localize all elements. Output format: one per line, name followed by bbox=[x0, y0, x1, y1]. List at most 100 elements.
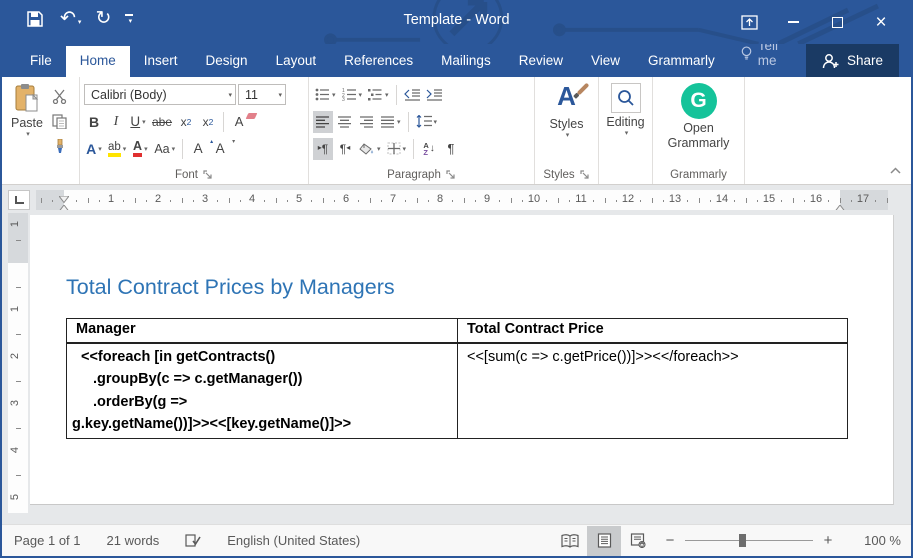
tab-file[interactable]: File bbox=[16, 46, 66, 77]
bullet-list-icon bbox=[315, 88, 330, 101]
proofing-status[interactable] bbox=[185, 533, 201, 548]
tab-insert[interactable]: Insert bbox=[130, 46, 192, 77]
table-header-manager[interactable]: Manager bbox=[67, 319, 458, 343]
superscript-button[interactable]: x2 bbox=[198, 111, 218, 133]
read-mode-button[interactable] bbox=[553, 526, 587, 556]
editing-button[interactable] bbox=[611, 83, 641, 113]
tab-grammarly[interactable]: Grammarly bbox=[634, 46, 729, 77]
justify-button[interactable]: ▾ bbox=[379, 111, 403, 133]
numbering-button[interactable]: 123 ▾ bbox=[340, 84, 365, 106]
vertical-ruler[interactable]: 112345 bbox=[8, 213, 28, 513]
ribbon-display-options-button[interactable] bbox=[727, 0, 771, 44]
font-family-caret[interactable]: ▾ bbox=[228, 91, 232, 99]
grow-font-button[interactable]: A▴ bbox=[188, 138, 208, 160]
tab-references[interactable]: References bbox=[330, 46, 427, 77]
font-family-input[interactable] bbox=[91, 88, 226, 102]
tab-stop-selector[interactable] bbox=[8, 190, 30, 210]
tab-mailings[interactable]: Mailings bbox=[427, 46, 505, 77]
table-cell-price-template[interactable]: <<[sum(c => c.getPrice())]>><</foreach>> bbox=[458, 343, 848, 439]
rtl-text-direction-button[interactable]: ¶◂ bbox=[335, 138, 355, 160]
share-person-icon bbox=[822, 53, 840, 69]
change-case-button[interactable]: Aa▾ bbox=[152, 138, 177, 160]
shading-button[interactable]: ▾ bbox=[357, 138, 383, 160]
styles-caret[interactable]: ▾ bbox=[566, 131, 570, 139]
increase-indent-button[interactable] bbox=[424, 84, 444, 106]
collapse-ribbon-button[interactable] bbox=[890, 161, 901, 179]
font-size-input[interactable] bbox=[245, 88, 276, 102]
align-left-button[interactable] bbox=[313, 111, 333, 133]
decrease-indent-button[interactable] bbox=[402, 84, 422, 106]
page-indicator[interactable]: Page 1 of 1 bbox=[14, 533, 81, 548]
multilevel-list-icon bbox=[368, 88, 383, 101]
styles-button[interactable]: A bbox=[557, 81, 576, 115]
share-button[interactable]: Share bbox=[806, 44, 899, 77]
font-family-combo[interactable]: ▾ bbox=[84, 84, 236, 105]
font-dialog-launcher[interactable] bbox=[203, 170, 213, 180]
format-painter-button[interactable] bbox=[48, 135, 70, 157]
line-spacing-icon bbox=[416, 115, 432, 128]
bullets-button[interactable]: ▾ bbox=[313, 84, 338, 106]
font-size-caret[interactable]: ▾ bbox=[278, 91, 282, 99]
subscript-button[interactable]: x2 bbox=[176, 111, 196, 133]
clear-formatting-button[interactable]: A bbox=[229, 111, 249, 133]
maximize-button[interactable] bbox=[815, 0, 859, 44]
print-layout-icon bbox=[597, 533, 612, 548]
ruler-number: 2 bbox=[155, 193, 161, 205]
ruler-number: 3 bbox=[202, 193, 208, 205]
paste-dropdown-caret[interactable]: ▾ bbox=[26, 130, 30, 138]
font-color-button[interactable]: A▾ bbox=[130, 138, 150, 160]
align-left-icon bbox=[316, 116, 330, 128]
justify-icon bbox=[381, 116, 395, 128]
tab-layout[interactable]: Layout bbox=[262, 46, 331, 77]
font-size-combo[interactable]: ▾ bbox=[238, 84, 286, 105]
table-header-price[interactable]: Total Contract Price bbox=[458, 319, 848, 343]
zoom-in-button[interactable]: + bbox=[813, 532, 843, 549]
sort-button[interactable]: AZ ↓ bbox=[419, 138, 439, 160]
highlight-color-button[interactable]: ab▾ bbox=[106, 138, 128, 160]
paragraph-group: ▾ 123 ▾ ▾ bbox=[309, 77, 535, 184]
styles-dialog-launcher[interactable] bbox=[580, 170, 590, 180]
tab-view[interactable]: View bbox=[577, 46, 634, 77]
open-grammarly-button[interactable]: G bbox=[681, 83, 717, 119]
zoom-percentage[interactable]: 100 % bbox=[843, 533, 901, 548]
show-hide-marks-button[interactable]: ¶ bbox=[441, 138, 461, 160]
editing-caret[interactable]: ▾ bbox=[625, 129, 629, 137]
ribbon-tab-row: FileHomeInsertDesignLayoutReferencesMail… bbox=[2, 44, 911, 77]
text-effects-button[interactable]: A▾ bbox=[84, 138, 104, 160]
paragraph-dialog-launcher[interactable] bbox=[446, 170, 456, 180]
ltr-text-direction-button[interactable]: ▸¶ bbox=[313, 138, 333, 160]
copy-button[interactable] bbox=[48, 110, 70, 132]
zoom-slider-thumb[interactable] bbox=[739, 534, 746, 547]
line-spacing-button[interactable]: ▾ bbox=[414, 111, 440, 133]
shrink-font-button[interactable]: A▾ bbox=[210, 138, 230, 160]
word-window: ↶▾ ↻ ▾ Template - Word × FileHomeInsertD… bbox=[0, 0, 913, 558]
borders-button[interactable]: ▾ bbox=[385, 138, 409, 160]
zoom-slider[interactable] bbox=[685, 540, 813, 541]
document-heading[interactable]: Total Contract Prices by Managers bbox=[66, 275, 395, 300]
italic-button[interactable]: I bbox=[106, 111, 126, 133]
minimize-button[interactable] bbox=[771, 0, 815, 44]
tab-home[interactable]: Home bbox=[66, 46, 130, 77]
underline-button[interactable]: U▾ bbox=[128, 111, 148, 133]
print-layout-button[interactable] bbox=[587, 526, 621, 556]
align-center-button[interactable] bbox=[335, 111, 355, 133]
language-indicator[interactable]: English (United States) bbox=[227, 533, 360, 548]
horizontal-ruler[interactable]: 1234567891011121314151617 bbox=[36, 190, 888, 210]
zoom-out-button[interactable]: − bbox=[655, 532, 685, 549]
align-right-button[interactable] bbox=[357, 111, 377, 133]
bold-button[interactable]: B bbox=[84, 111, 104, 133]
close-button[interactable]: × bbox=[859, 0, 903, 44]
table-cell-manager-template[interactable]: <<foreach [in getContracts() .groupBy(c … bbox=[67, 343, 458, 439]
document-table[interactable]: Manager Total Contract Price <<foreach [… bbox=[66, 318, 848, 439]
cut-button[interactable] bbox=[48, 85, 70, 107]
page[interactable]: Total Contract Prices by Managers Manage… bbox=[30, 215, 894, 505]
ruler-number: 11 bbox=[575, 193, 586, 205]
paste-button[interactable]: Paste ▾ bbox=[6, 81, 48, 164]
web-layout-button[interactable] bbox=[621, 526, 655, 556]
ruler-number: 17 bbox=[857, 193, 869, 205]
tab-design[interactable]: Design bbox=[192, 46, 262, 77]
multilevel-list-button[interactable]: ▾ bbox=[366, 84, 391, 106]
word-count[interactable]: 21 words bbox=[107, 533, 160, 548]
strikethrough-button[interactable]: abe bbox=[150, 111, 174, 133]
tab-review[interactable]: Review bbox=[505, 46, 577, 77]
